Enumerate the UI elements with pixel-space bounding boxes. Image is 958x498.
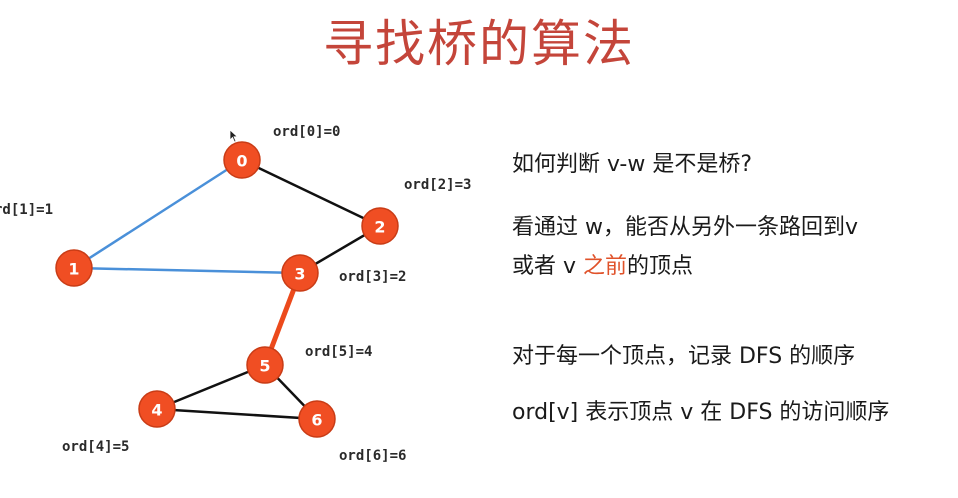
node-label: 2 <box>374 218 385 237</box>
edge-0-2 <box>240 158 382 228</box>
node-label: 1 <box>68 260 79 279</box>
ord-label-5: ord[5]=4 <box>305 344 372 360</box>
ord-label-0: ord[0]=0 <box>273 124 340 140</box>
ord-label-2: ord[2]=3 <box>404 177 471 193</box>
ord-label-1: rd[1]=1 <box>0 202 53 218</box>
node-0: 0 <box>223 141 261 179</box>
node-6: 6 <box>298 400 336 438</box>
node-label: 5 <box>259 357 270 376</box>
node-3: 3 <box>281 254 319 292</box>
node-label: 3 <box>294 265 305 284</box>
node-5: 5 <box>246 346 284 384</box>
explain-line-2-start: 或者 v <box>512 254 584 279</box>
edge-4-6 <box>155 407 319 421</box>
node-4: 4 <box>138 390 176 428</box>
graph-nodes: 0 1 2 3 4 5 6 <box>55 141 399 438</box>
node-2: 2 <box>361 207 399 245</box>
explain-line-2-accent: 之前 <box>583 254 628 279</box>
ord-description-text: ord[v] 表示顶点 v 在 DFS 的访问顺序 <box>512 400 890 425</box>
question-text: 如何判断 v-w 是不是桥? <box>512 152 753 177</box>
record-order-text: 对于每一个顶点，记录 DFS 的顺序 <box>512 344 856 369</box>
ord-label-4: ord[4]=5 <box>62 439 129 455</box>
node-1: 1 <box>55 249 93 287</box>
graph-edges <box>72 158 382 421</box>
node-label: 0 <box>236 152 247 171</box>
explain-line-2: 或者 v 之前的顶点 <box>512 252 693 282</box>
explain-line-2-end: 的顶点 <box>627 254 694 279</box>
edge-0-1 <box>72 158 244 270</box>
explain-line-1: 看通过 w，能否从另外一条路回到v <box>512 215 859 240</box>
edge-1-3 <box>72 266 302 275</box>
node-label: 6 <box>311 411 322 430</box>
node-label: 4 <box>151 401 162 420</box>
ord-label-6: ord[6]=6 <box>339 448 406 464</box>
ord-label-3: ord[3]=2 <box>339 269 406 285</box>
mouse-cursor-icon <box>229 128 239 147</box>
